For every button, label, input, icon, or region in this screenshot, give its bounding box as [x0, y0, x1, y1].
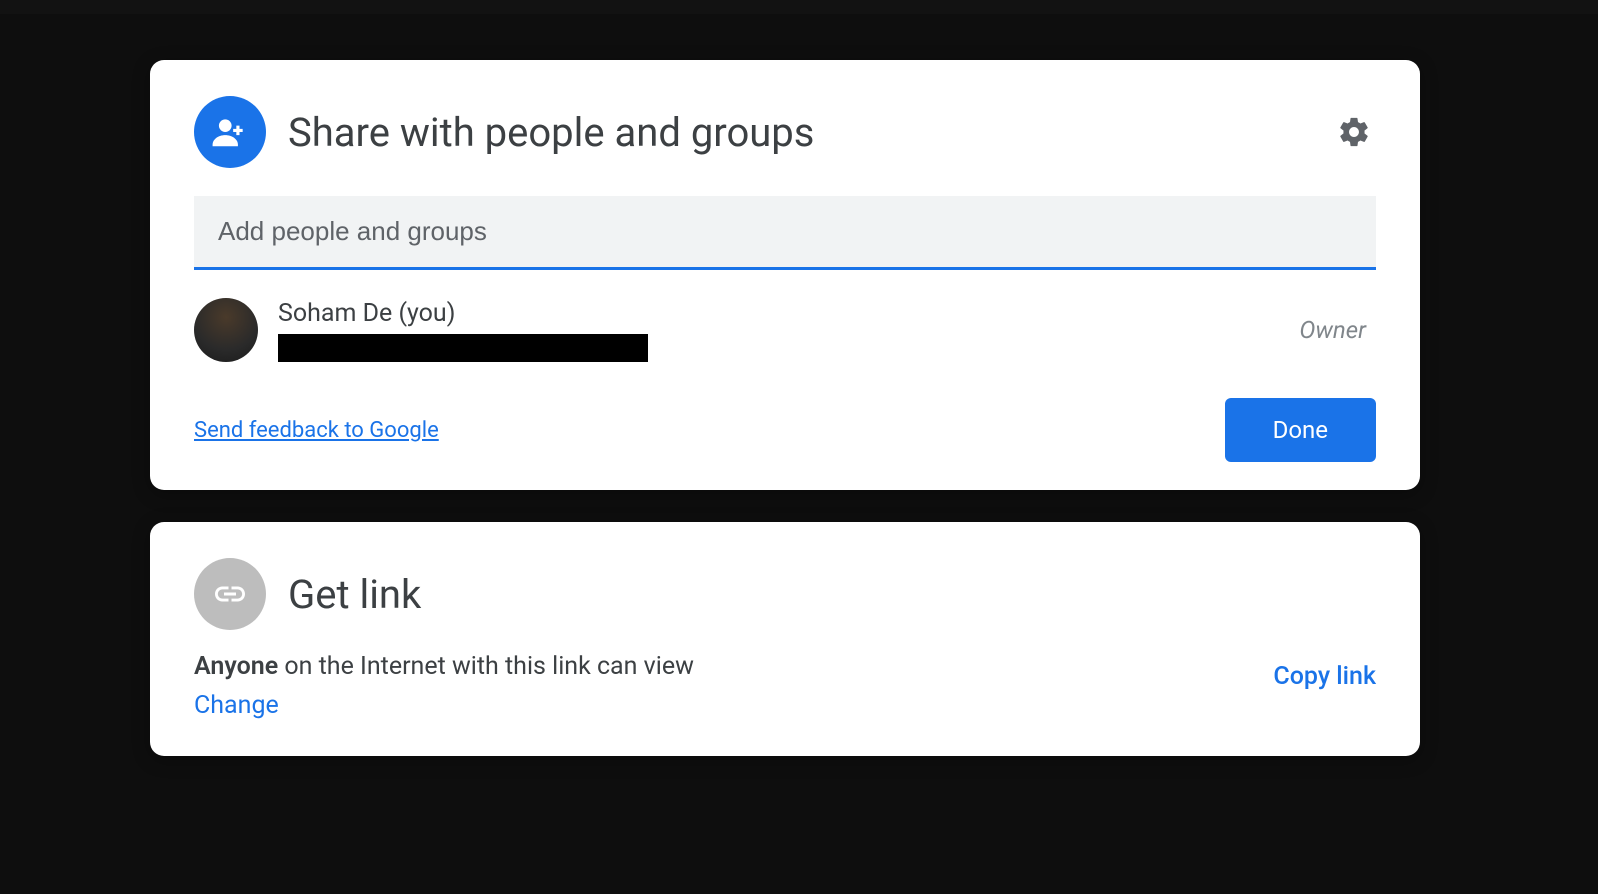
person-email-redacted — [278, 334, 648, 362]
change-link[interactable]: Change — [194, 691, 279, 720]
gear-icon — [1337, 115, 1371, 149]
getlink-card: Get link Anyone on the Internet with thi… — [150, 522, 1420, 756]
getlink-body: Anyone on the Internet with this link ca… — [194, 652, 1376, 720]
getlink-desc-bold: Anyone — [194, 652, 278, 681]
link-icon — [194, 558, 266, 630]
person-row: Soham De (you) Owner — [194, 298, 1376, 362]
feedback-link[interactable]: Send feedback to Google — [194, 418, 439, 443]
copy-link-button[interactable]: Copy link — [1273, 652, 1376, 691]
avatar — [194, 298, 258, 362]
share-header: Share with people and groups — [194, 96, 1376, 168]
add-people-input-wrap[interactable] — [194, 196, 1376, 270]
share-dialog-container: Share with people and groups Soham De (y… — [150, 60, 1420, 788]
share-card: Share with people and groups Soham De (y… — [150, 60, 1420, 490]
getlink-desc-rest: on the Internet with this link can view — [278, 652, 694, 681]
getlink-title: Get link — [288, 571, 1376, 618]
person-role: Owner — [1299, 316, 1376, 344]
getlink-description-wrap: Anyone on the Internet with this link ca… — [194, 652, 694, 720]
person-info: Soham De (you) — [278, 299, 1279, 362]
getlink-header: Get link — [194, 558, 1376, 630]
person-add-icon — [194, 96, 266, 168]
getlink-description: Anyone on the Internet with this link ca… — [194, 652, 694, 681]
share-footer: Send feedback to Google Done — [194, 398, 1376, 462]
person-name: Soham De (you) — [278, 299, 1279, 328]
add-people-input[interactable] — [218, 216, 1352, 247]
done-button[interactable]: Done — [1225, 398, 1376, 462]
share-title: Share with people and groups — [288, 109, 1310, 156]
settings-button[interactable] — [1332, 110, 1376, 154]
